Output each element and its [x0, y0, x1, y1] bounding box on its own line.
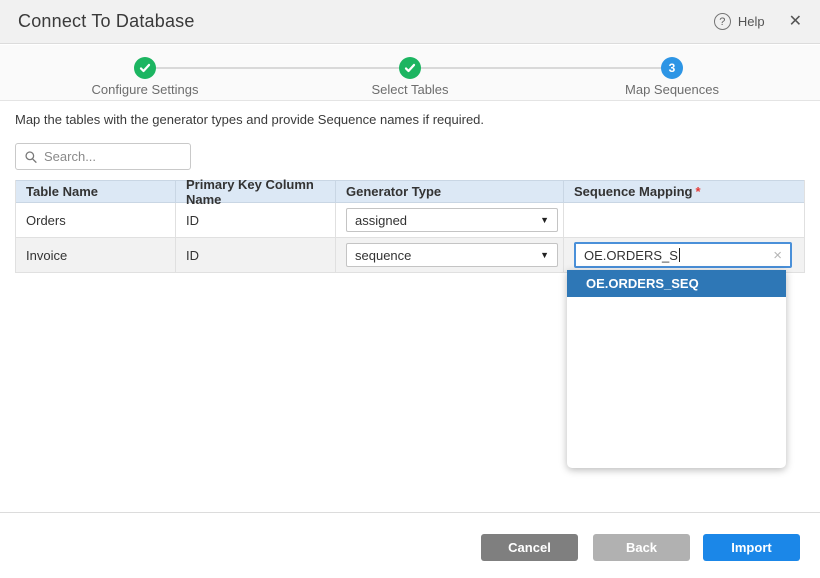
step-1-complete-check-icon[interactable]	[134, 57, 156, 79]
clear-input-icon[interactable]: ×	[773, 248, 782, 263]
sequence-mapping-input[interactable]: OE.ORDERS_S ×	[574, 242, 792, 268]
back-button[interactable]: Back	[593, 534, 690, 561]
step-3-label: Map Sequences	[625, 82, 719, 97]
dialog-titlebar: Connect To Database ? Help ✕	[0, 0, 820, 44]
help-label: Help	[738, 14, 765, 29]
required-asterisk: *	[695, 184, 700, 199]
help-button[interactable]: ? Help	[714, 13, 765, 30]
import-button[interactable]: Import	[703, 534, 800, 561]
primary-key-cell: ID	[176, 238, 336, 272]
table-row: Invoice ID sequence ▼ OE.ORDERS_S ×	[16, 238, 804, 273]
generator-type-select[interactable]: assigned ▼	[346, 208, 558, 232]
dropdown-arrow-icon: ▼	[540, 215, 549, 225]
table-name-cell: Invoice	[16, 238, 176, 272]
search-box	[15, 143, 191, 170]
search-icon	[24, 150, 38, 164]
close-icon[interactable]: ✕	[789, 14, 802, 30]
search-input[interactable]	[44, 149, 182, 164]
step-2-complete-check-icon[interactable]	[399, 57, 421, 79]
generator-type-select[interactable]: sequence ▼	[346, 243, 558, 267]
table-row: Orders ID assigned ▼	[16, 203, 804, 238]
table-header-row: Table Name Primary Key Column Name Gener…	[16, 180, 804, 203]
primary-key-cell: ID	[176, 203, 336, 237]
footer-divider	[0, 512, 820, 513]
generator-type-cell: assigned ▼	[336, 203, 564, 237]
text-caret	[679, 248, 680, 262]
sequence-mapping-cell: OE.ORDERS_S ×	[564, 238, 804, 272]
cancel-button[interactable]: Cancel	[481, 534, 578, 561]
mapping-table: Table Name Primary Key Column Name Gener…	[15, 180, 805, 273]
column-header-table-name: Table Name	[16, 181, 176, 202]
generator-type-cell: sequence ▼	[336, 238, 564, 272]
help-question-icon: ?	[714, 13, 731, 30]
sequence-autocomplete-dropdown: OE.ORDERS_SEQ	[567, 270, 786, 468]
connect-to-database-dialog: Connect To Database ? Help ✕ Configure S…	[0, 0, 820, 578]
instruction-text: Map the tables with the generator types …	[15, 112, 484, 127]
step-1-label: Configure Settings	[92, 82, 199, 97]
step-3-current-badge[interactable]: 3	[661, 57, 683, 79]
dialog-title: Connect To Database	[18, 11, 195, 32]
column-header-primary-key: Primary Key Column Name	[176, 181, 336, 202]
autocomplete-option[interactable]: OE.ORDERS_SEQ	[567, 270, 786, 297]
sequence-mapping-cell	[564, 203, 804, 237]
step-connector-line	[410, 67, 672, 69]
step-2-label: Select Tables	[371, 82, 448, 97]
step-connector-line	[145, 67, 410, 69]
table-name-cell: Orders	[16, 203, 176, 237]
column-header-sequence-mapping: Sequence Mapping*	[564, 181, 804, 202]
wizard-stepper: Configure Settings Select Tables 3 Map S…	[0, 45, 820, 101]
column-header-generator-type: Generator Type	[336, 181, 564, 202]
dropdown-arrow-icon: ▼	[540, 250, 549, 260]
